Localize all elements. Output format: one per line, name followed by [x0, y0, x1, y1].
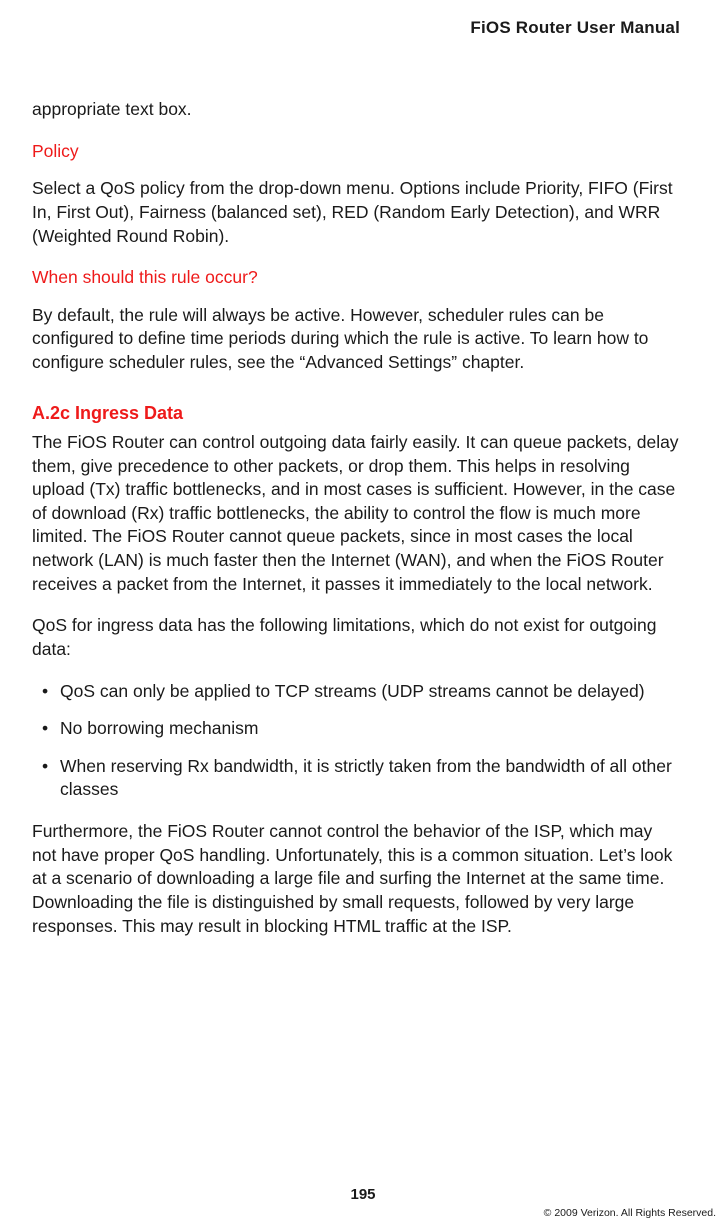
page-body: appropriate text box. Policy Select a Qo… — [32, 98, 680, 956]
heading-policy: Policy — [32, 140, 680, 164]
paragraph-policy: Select a QoS policy from the drop-down m… — [32, 177, 680, 248]
heading-ingress-data: A.2c Ingress Data — [32, 401, 680, 425]
paragraph-ingress-1: The FiOS Router can control outgoing dat… — [32, 431, 680, 596]
paragraph-when-rule: By default, the rule will always be acti… — [32, 304, 680, 375]
paragraph-ingress-3: Furthermore, the FiOS Router cannot cont… — [32, 820, 680, 938]
paragraph-ingress-2: QoS for ingress data has the following l… — [32, 614, 680, 661]
list-item: QoS can only be applied to TCP streams (… — [32, 680, 680, 704]
document-page: FiOS Router User Manual appropriate text… — [0, 0, 726, 1227]
copyright-line: © 2009 Verizon. All Rights Reserved. — [544, 1207, 716, 1219]
running-header: FiOS Router User Manual — [470, 18, 680, 38]
manual-title: FiOS Router User Manual — [470, 18, 680, 37]
list-item: When reserving Rx bandwidth, it is stric… — [32, 755, 680, 802]
heading-when-rule: When should this rule occur? — [32, 266, 680, 290]
list-item: No borrowing mechanism — [32, 717, 680, 741]
ingress-limitations-list: QoS can only be applied to TCP streams (… — [32, 680, 680, 803]
page-number: 195 — [0, 1186, 726, 1203]
continuation-line: appropriate text box. — [32, 98, 680, 122]
